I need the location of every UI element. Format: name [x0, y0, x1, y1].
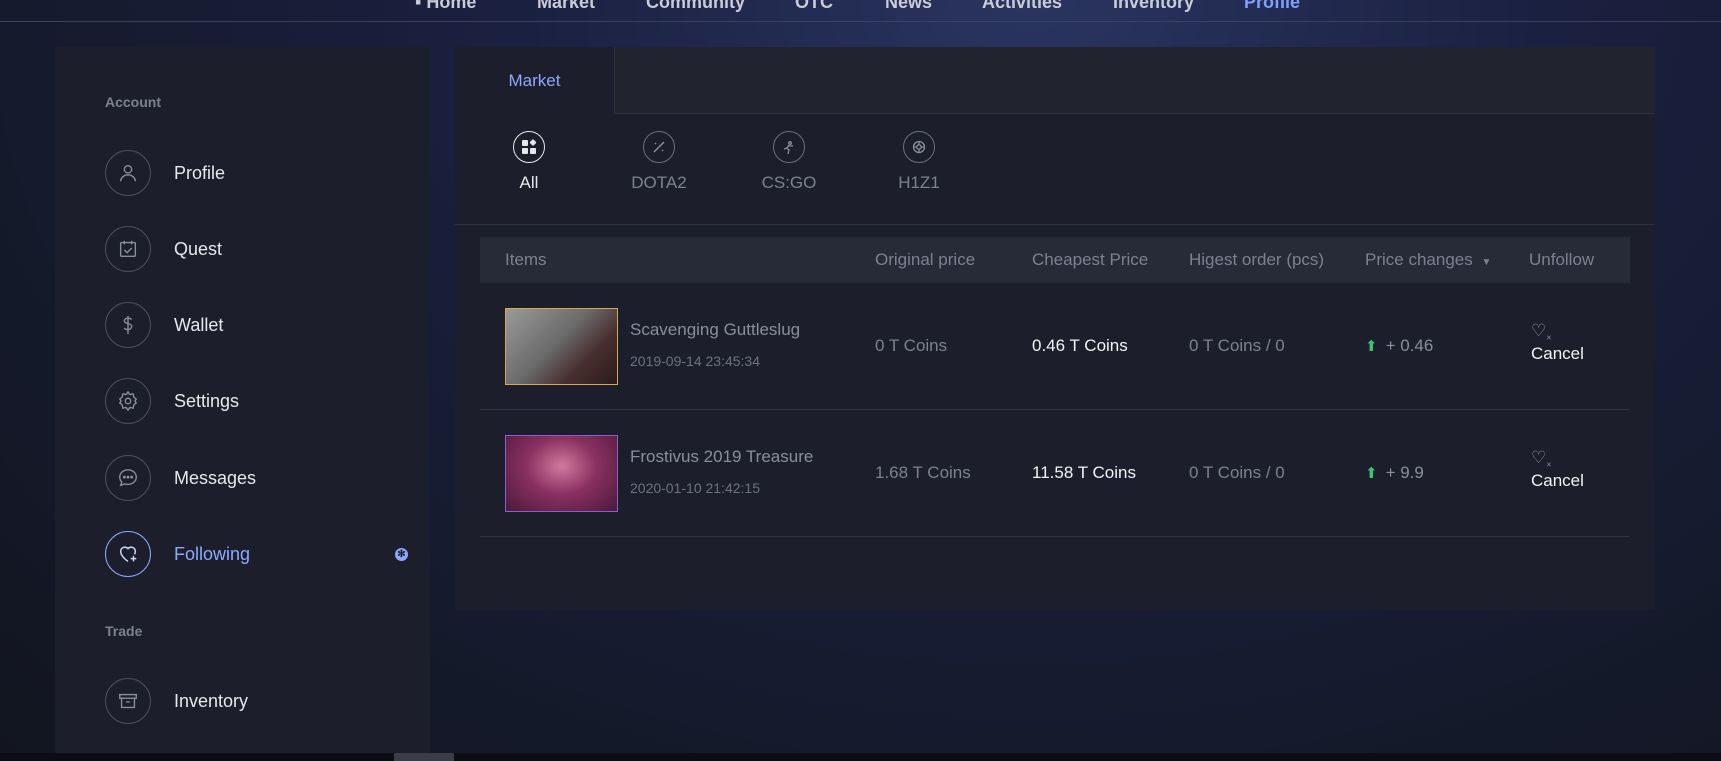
sidebar-item-label: Quest [174, 238, 223, 259]
table-header: Items Original price Cheapest Price Hige… [480, 237, 1630, 283]
scroll-stub[interactable] [394, 753, 454, 761]
nav-community[interactable]: Community [646, 0, 745, 13]
arrow-up-icon: ⬆ [1365, 465, 1378, 482]
price-change-value: + 0.46 [1385, 336, 1434, 355]
nav-home[interactable]: ▪ Home [415, 0, 476, 13]
cancel-label: Cancel [1531, 344, 1584, 364]
nav-otc[interactable]: OTC [795, 0, 833, 13]
top-nav: ▪ Home Market Community OTC News Activit… [0, 0, 1721, 22]
game-filter: All DOTA2 CS:GO H1Z1 [455, 115, 1655, 225]
sidebar: Account Profile Quest Wallet Settings Me… [55, 47, 430, 753]
original-price: 0 T Coins [875, 336, 948, 355]
item-date: 2020-01-10 21:42:15 [630, 480, 760, 496]
col-header-price-changes-label: Price changes [1365, 250, 1473, 269]
gear-icon [105, 378, 151, 424]
price-change-value: + 9.9 [1385, 463, 1424, 482]
sidebar-item-label: Wallet [174, 314, 224, 335]
game-filter-dota2[interactable]: DOTA2 [609, 131, 709, 193]
section-title-trade: Trade [105, 623, 143, 639]
item-name[interactable]: Frostivus 2019 Treasure [630, 447, 813, 467]
heart-remove-icon: ♡× [1531, 321, 1552, 343]
nav-profile[interactable]: Profile [1244, 0, 1300, 13]
sidebar-item-label: Following [174, 543, 251, 564]
tab-market[interactable]: Market [455, 47, 615, 114]
sidebar-item-label: Inventory [174, 690, 249, 711]
sidebar-item-settings[interactable]: Settings [105, 378, 405, 424]
sidebar-item-wallet[interactable]: Wallet [105, 302, 405, 348]
col-header-unfollow: Unfollow [1529, 250, 1595, 269]
heart-plus-icon [105, 531, 151, 577]
cheapest-price: 0.46 T Coins [1032, 336, 1128, 355]
item-thumbnail[interactable] [505, 308, 618, 385]
col-header-highest-order: Higest order (pcs) [1189, 250, 1325, 269]
following-table: Items Original price Cheapest Price Hige… [480, 237, 1630, 537]
tab-bar: Market [455, 47, 1655, 114]
nav-activities[interactable]: Activities [982, 0, 1062, 13]
nav-market[interactable]: Market [537, 0, 595, 13]
sidebar-item-quest[interactable]: Quest [105, 226, 405, 272]
user-icon [105, 150, 151, 196]
calendar-check-icon [105, 226, 151, 272]
sidebar-item-following[interactable]: Following ✻ [105, 531, 408, 577]
h1z1-icon [903, 131, 935, 163]
game-filter-h1z1[interactable]: H1Z1 [869, 131, 969, 193]
sidebar-item-profile[interactable]: Profile [105, 150, 405, 196]
sidebar-item-label: Settings [174, 390, 240, 411]
game-filter-label: CS:GO [761, 173, 817, 192]
nav-news[interactable]: News [885, 0, 932, 13]
table-row: Scavenging Guttleslug 2019-09-14 23:45:3… [480, 283, 1630, 410]
main-panel: Market All DOTA2 CS:GO H1Z1 Items Origin… [455, 47, 1655, 610]
section-title-account: Account [105, 94, 161, 110]
following-badge-icon: ✻ [395, 548, 408, 561]
dollar-icon [105, 302, 151, 348]
original-price: 1.68 T Coins [875, 463, 971, 482]
item-date: 2019-09-14 23:45:34 [630, 353, 760, 369]
item-name[interactable]: Scavenging Guttleslug [630, 320, 800, 340]
game-filter-label: DOTA2 [631, 173, 687, 192]
highest-order: 0 T Coins / 0 [1189, 336, 1285, 355]
game-filter-csgo[interactable]: CS:GO [739, 131, 839, 193]
col-header-items: Items [505, 250, 547, 269]
sidebar-item-messages[interactable]: Messages [105, 455, 405, 501]
col-header-original-price: Original price [875, 250, 976, 269]
caret-down-icon: ▼ [1481, 257, 1492, 268]
heart-remove-icon: ♡× [1531, 448, 1552, 470]
csgo-icon [773, 131, 805, 163]
cheapest-price: 11.58 T Coins [1032, 463, 1136, 482]
box-icon [105, 678, 151, 724]
price-change: ⬆ + 0.46 [1365, 336, 1433, 356]
game-filter-label: All [519, 173, 539, 192]
dota-icon [643, 131, 675, 163]
highest-order: 0 T Coins / 0 [1189, 463, 1285, 482]
table-row: Frostivus 2019 Treasure 2020-01-10 21:42… [480, 410, 1630, 537]
nav-home-label: Home [426, 0, 477, 12]
grid-icon [513, 131, 545, 163]
arrow-up-icon: ⬆ [1365, 338, 1378, 355]
cancel-label: Cancel [1531, 471, 1584, 491]
game-filter-all[interactable]: All [479, 131, 579, 193]
unfollow-button[interactable]: ♡× Cancel [1531, 448, 1584, 491]
col-header-cheapest-price: Cheapest Price [1032, 250, 1149, 269]
game-filter-label: H1Z1 [898, 173, 940, 192]
sidebar-item-label: Messages [174, 467, 257, 488]
nav-inventory[interactable]: Inventory [1113, 0, 1194, 13]
chat-icon [105, 455, 151, 501]
sidebar-item-label: Profile [174, 162, 226, 183]
col-header-price-changes[interactable]: Price changes ▼ [1365, 250, 1491, 270]
sidebar-item-inventory[interactable]: Inventory [105, 678, 405, 724]
bottom-bar [0, 753, 1721, 761]
price-change: ⬆ + 9.9 [1365, 463, 1424, 483]
unfollow-button[interactable]: ♡× Cancel [1531, 321, 1584, 364]
item-thumbnail[interactable] [505, 435, 618, 512]
